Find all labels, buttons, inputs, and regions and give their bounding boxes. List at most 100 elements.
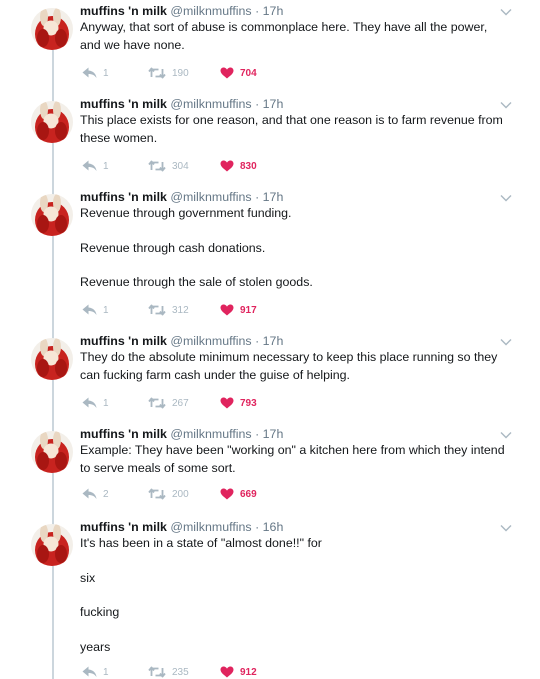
tweet-paragraph: Revenue through cash donations. [80, 240, 266, 255]
reply-button[interactable]: 1 [82, 396, 109, 410]
like-count: 669 [240, 488, 257, 500]
heart-icon [220, 666, 234, 678]
tweet-header: muffins 'n milk @milknmuffins · 17h [80, 189, 283, 205]
display-name[interactable]: muffins 'n milk [80, 190, 167, 204]
tweet-header: muffins 'n milk @milknmuffins · 17h [80, 3, 283, 19]
user-handle[interactable]: @milknmuffins [170, 4, 251, 18]
display-name[interactable]: muffins 'n milk [80, 520, 167, 534]
retweet-button[interactable]: 190 [148, 66, 189, 80]
reply-button[interactable]: 1 [82, 665, 109, 679]
chevron-down-icon[interactable] [500, 8, 512, 16]
tweet-paragraph: Revenue through the sale of stolen goods… [80, 275, 313, 289]
chevron-down-icon[interactable] [500, 338, 512, 346]
avatar[interactable] [31, 338, 73, 380]
tweet-actions: 1 190 704 [80, 66, 380, 80]
separator: · [255, 4, 260, 18]
retweet-button[interactable]: 267 [148, 396, 189, 410]
retweet-button[interactable]: 312 [148, 303, 189, 317]
retweet-icon [148, 67, 166, 79]
tweet-actions: 1 312 917 [80, 303, 380, 317]
retweet-icon [148, 488, 166, 500]
tweet[interactable]: muffins 'n milk @milknmuffins · 17h They… [0, 330, 540, 420]
chevron-down-icon[interactable] [500, 194, 512, 202]
tweet-text: Revenue through government funding. Reve… [80, 205, 510, 292]
like-count: 830 [240, 160, 257, 172]
reply-icon [82, 160, 97, 171]
tweet-paragraph: Revenue through government funding. [80, 206, 292, 220]
tweet-text: It's has been in a state of "almost done… [80, 535, 510, 656]
avatar[interactable] [31, 8, 73, 50]
display-name[interactable]: muffins 'n milk [80, 97, 167, 111]
tweet-paragraph: It's has been in a state of "almost done… [80, 536, 322, 550]
user-handle[interactable]: @milknmuffins [170, 427, 251, 441]
tweet[interactable]: muffins 'n milk @milknmuffins · 17h Anyw… [0, 0, 540, 90]
separator: · [255, 334, 260, 348]
user-handle[interactable]: @milknmuffins [170, 334, 251, 348]
tweet-paragraph: Example: They have been "working on" a k… [80, 443, 505, 475]
user-handle[interactable]: @milknmuffins [170, 190, 251, 204]
reply-button[interactable]: 2 [82, 487, 109, 501]
timestamp[interactable]: 17h [263, 190, 284, 204]
timestamp[interactable]: 17h [263, 334, 284, 348]
reply-button[interactable]: 1 [82, 159, 109, 173]
retweet-button[interactable]: 200 [148, 487, 189, 501]
retweet-icon [148, 397, 166, 409]
reply-icon [82, 397, 97, 408]
avatar[interactable] [31, 524, 73, 566]
display-name[interactable]: muffins 'n milk [80, 427, 167, 441]
reply-count: 1 [103, 304, 109, 316]
retweet-button[interactable]: 235 [148, 665, 189, 679]
chevron-down-icon[interactable] [500, 101, 512, 109]
like-count: 912 [240, 666, 257, 678]
tweet-paragraph: six [80, 570, 96, 585]
like-button[interactable]: 830 [220, 159, 257, 173]
tweet[interactable]: muffins 'n milk @milknmuffins · 17h Reve… [0, 186, 540, 326]
avatar[interactable] [31, 431, 73, 473]
reply-count: 2 [103, 488, 109, 500]
timestamp[interactable]: 17h [263, 97, 284, 111]
retweet-button[interactable]: 304 [148, 159, 189, 173]
timestamp[interactable]: 16h [263, 520, 284, 534]
like-button[interactable]: 912 [220, 665, 257, 679]
retweet-icon [148, 304, 166, 316]
like-button[interactable]: 669 [220, 487, 257, 501]
separator: · [255, 427, 260, 441]
tweet-paragraph: years [80, 639, 111, 654]
display-name[interactable]: muffins 'n milk [80, 334, 167, 348]
retweet-count: 267 [172, 397, 189, 409]
tweet-actions: 2 200 669 [80, 487, 380, 501]
tweet-actions: 1 235 912 [80, 665, 380, 679]
timestamp[interactable]: 17h [263, 427, 284, 441]
tweet-paragraph: Anyway, that sort of abuse is commonplac… [80, 20, 488, 52]
tweet-text: This place exists for one reason, and th… [80, 112, 510, 147]
like-count: 917 [240, 304, 257, 316]
chevron-down-icon[interactable] [500, 431, 512, 439]
tweet-header: muffins 'n milk @milknmuffins · 16h [80, 519, 283, 535]
avatar[interactable] [31, 194, 73, 236]
like-count: 793 [240, 397, 257, 409]
tweet[interactable]: muffins 'n milk @milknmuffins · 17h Exam… [0, 423, 540, 513]
timestamp[interactable]: 17h [263, 4, 284, 18]
like-button[interactable]: 917 [220, 303, 257, 317]
chevron-down-icon[interactable] [500, 524, 512, 532]
like-button[interactable]: 793 [220, 396, 257, 410]
avatar[interactable] [31, 101, 73, 143]
user-handle[interactable]: @milknmuffins [170, 520, 251, 534]
tweet-actions: 1 304 830 [80, 159, 380, 173]
tweet-paragraph: This place exists for one reason, and th… [80, 113, 503, 145]
tweet[interactable]: muffins 'n milk @milknmuffins · 17h This… [0, 93, 540, 183]
heart-icon [220, 304, 234, 316]
tweet-actions: 1 267 793 [80, 396, 380, 410]
tweet-header: muffins 'n milk @milknmuffins · 17h [80, 426, 283, 442]
retweet-count: 304 [172, 160, 189, 172]
tweet-paragraph: fucking [80, 605, 120, 619]
user-handle[interactable]: @milknmuffins [170, 97, 251, 111]
reply-button[interactable]: 1 [82, 66, 109, 80]
tweet[interactable]: muffins 'n milk @milknmuffins · 16h It's… [0, 516, 540, 679]
like-button[interactable]: 704 [220, 66, 257, 80]
heart-icon [220, 397, 234, 409]
separator: · [255, 190, 260, 204]
reply-button[interactable]: 1 [82, 303, 109, 317]
retweet-count: 190 [172, 67, 189, 79]
display-name[interactable]: muffins 'n milk [80, 4, 167, 18]
